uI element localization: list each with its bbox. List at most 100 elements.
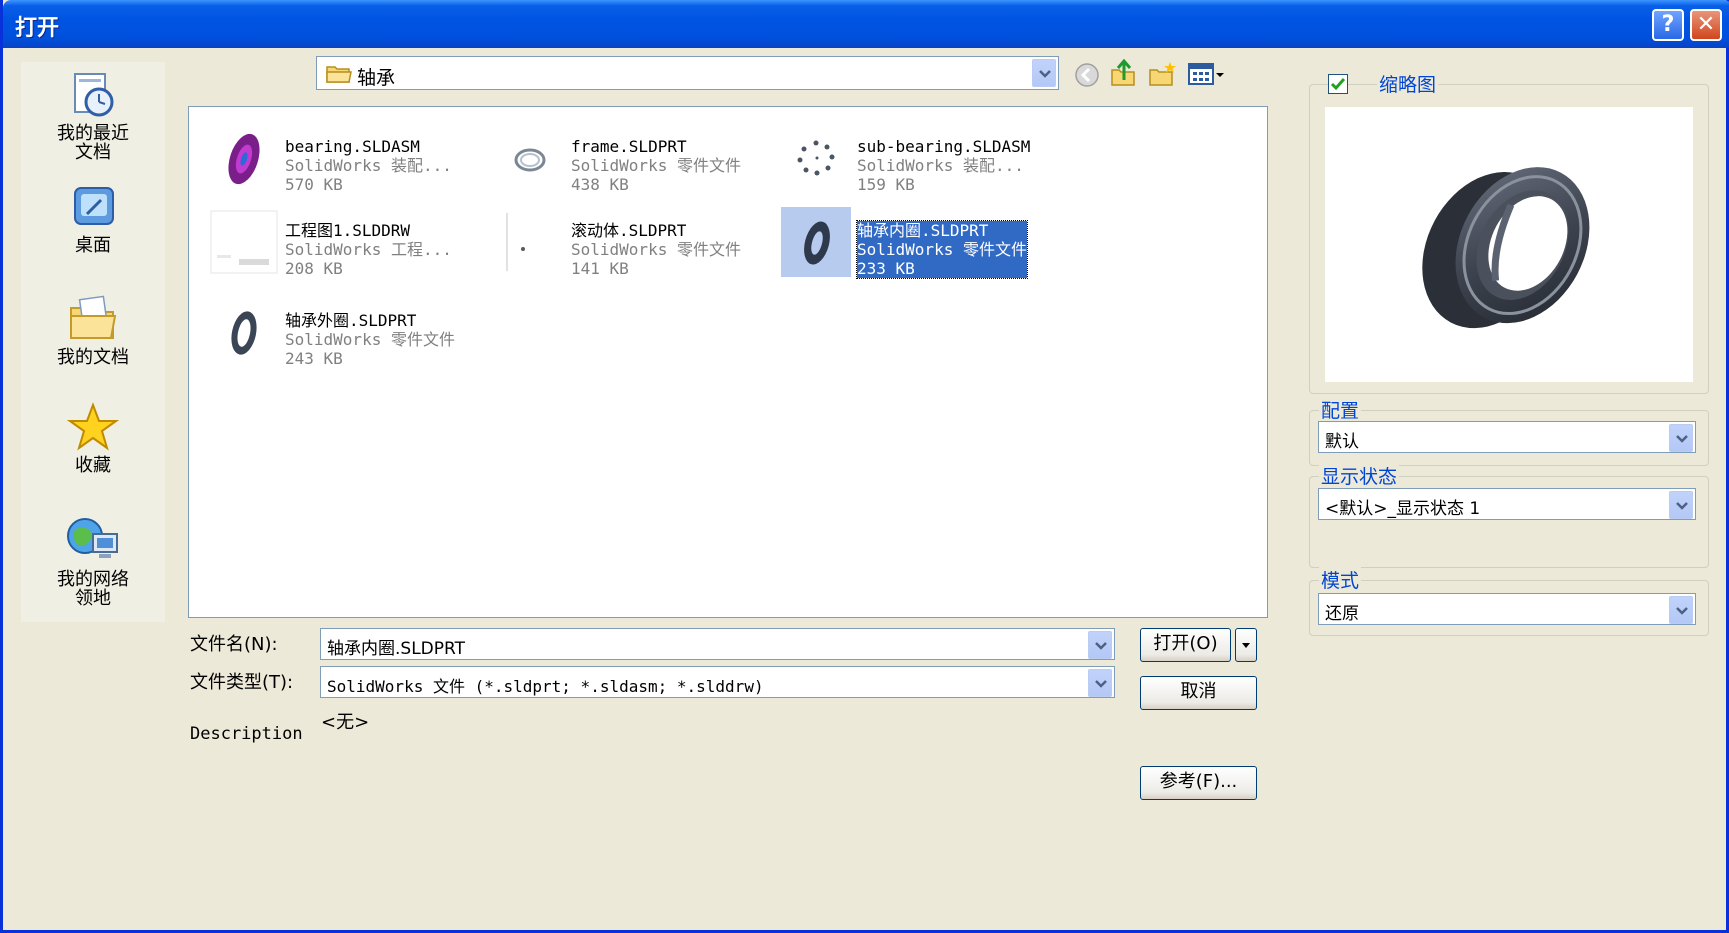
look-in-combo[interactable]: 轴承	[316, 56, 1059, 90]
file-type: SolidWorks 装配...	[857, 156, 1024, 175]
chevron-down-icon	[1039, 70, 1051, 78]
mode-combo[interactable]: 还原	[1318, 593, 1696, 625]
config-label: 配置	[1319, 396, 1362, 423]
file-size: 159 KB	[857, 175, 915, 194]
cancel-button-label: 取消	[1180, 681, 1217, 702]
references-button[interactable]: 参考(F)...	[1140, 766, 1257, 800]
filename-combo[interactable]: 轴承内圈.SLDPRT	[320, 628, 1115, 660]
part-thumbnail-icon	[781, 207, 851, 277]
file-name: 轴承内圈.SLDPRT	[857, 221, 989, 240]
filename-label: 文件名(N):	[190, 634, 278, 655]
file-item[interactable]: frame.SLDPRT SolidWorks 零件文件 438 KB	[485, 119, 770, 197]
file-type: SolidWorks 装配...	[285, 156, 452, 175]
filetype-dropdown-button[interactable]	[1088, 669, 1112, 697]
filetype-label: 文件类型(T):	[190, 672, 294, 693]
caret-down-icon	[1242, 643, 1250, 648]
chevron-down-icon	[1676, 435, 1688, 443]
description-label: Description	[190, 724, 303, 744]
open-dialog-window: 打开 ? ✕ 我的最近 文档 桌面 我的文档 收藏 我的网络 领地 轴承 bea…	[0, 0, 1729, 933]
thumbnail-label: 缩略图	[1377, 70, 1439, 97]
config-dropdown-button[interactable]	[1669, 424, 1693, 452]
place-desktop[interactable]: 桌面	[21, 184, 165, 255]
open-button[interactable]: 打开(O)	[1140, 628, 1231, 662]
config-value: 默认	[1325, 432, 1359, 452]
file-item[interactable]: sub-bearing.SLDASM SolidWorks 装配... 159 …	[771, 119, 1056, 197]
file-item[interactable]: bearing.SLDASM SolidWorks 装配... 570 KB	[199, 119, 484, 197]
checkmark-icon	[1330, 78, 1346, 91]
place-label: 文档	[75, 142, 111, 163]
help-button[interactable]: ?	[1652, 9, 1684, 41]
file-name: 滚动体.SLDPRT	[571, 221, 687, 240]
assembly-thumbnail-icon	[228, 133, 260, 185]
file-name: 轴承外圈.SLDPRT	[285, 311, 417, 330]
display-state-combo[interactable]: <默认>_显示状态 1	[1318, 488, 1696, 520]
file-size: 208 KB	[285, 259, 343, 278]
mode-value: 还原	[1325, 604, 1359, 624]
part-thumbnail-icon	[231, 311, 257, 355]
chevron-down-icon	[1095, 680, 1107, 688]
thumbnail-checkbox[interactable]	[1328, 74, 1348, 94]
references-button-label: 参考(F)...	[1159, 771, 1238, 792]
place-label: 收藏	[75, 455, 111, 476]
place-my-documents[interactable]: 我的文档	[21, 294, 165, 367]
file-size: 243 KB	[285, 349, 343, 368]
open-options-button[interactable]	[1235, 628, 1257, 662]
bearing-ring-preview-image	[1422, 167, 1590, 329]
display-state-label: 显示状态	[1319, 462, 1400, 489]
display-state-value: <默认>_显示状态 1	[1325, 499, 1481, 519]
file-item[interactable]: 工程图1.SLDDRW SolidWorks 工程... 208 KB	[199, 203, 484, 281]
file-item-selected[interactable]: 轴承内圈.SLDPRT SolidWorks 零件文件 233 KB	[771, 203, 1056, 281]
open-button-label: 打开(O)	[1153, 633, 1218, 654]
views-menu-icon[interactable]	[1187, 62, 1225, 88]
file-name: 工程图1.SLDDRW	[285, 221, 411, 240]
look-in-dropdown-button[interactable]	[1032, 59, 1056, 87]
close-icon: ✕	[1696, 12, 1716, 37]
file-size: 141 KB	[571, 259, 629, 278]
place-label: 我的最近	[57, 123, 129, 144]
filename-dropdown-button[interactable]	[1088, 631, 1112, 659]
file-item[interactable]: 滚动体.SLDPRT SolidWorks 零件文件 141 KB	[485, 203, 770, 281]
place-label: 我的网络	[57, 569, 129, 590]
desktop-icon	[74, 187, 114, 225]
file-type: SolidWorks 工程...	[285, 240, 452, 259]
assembly-thumbnail-icon	[797, 140, 835, 176]
file-type: SolidWorks 零件文件	[571, 156, 741, 175]
favorites-star-icon	[67, 402, 119, 451]
place-recent-documents[interactable]: 我的最近 文档	[21, 70, 165, 162]
drawing-thumbnail-icon	[210, 210, 278, 274]
file-type: SolidWorks 零件文件	[285, 330, 455, 349]
my-documents-icon	[70, 295, 117, 339]
help-icon: ?	[1661, 12, 1675, 37]
place-label: 桌面	[75, 235, 111, 256]
chevron-down-icon	[1676, 502, 1688, 510]
cancel-button[interactable]: 取消	[1140, 676, 1257, 710]
file-size: 233 KB	[857, 259, 915, 278]
close-button[interactable]: ✕	[1690, 9, 1722, 41]
file-name: sub-bearing.SLDASM	[857, 137, 1031, 156]
places-bar: 我的最近 文档 桌面 我的文档 收藏 我的网络 领地	[21, 62, 165, 622]
new-folder-icon[interactable]	[1148, 60, 1178, 88]
part-thumbnail-icon	[514, 148, 546, 172]
back-icon[interactable]	[1074, 62, 1100, 88]
chevron-down-icon	[1676, 607, 1688, 615]
up-folder-icon[interactable]	[1110, 58, 1138, 88]
window-title: 打开	[15, 16, 60, 41]
mode-dropdown-button[interactable]	[1669, 596, 1693, 624]
place-favorites[interactable]: 收藏	[21, 402, 165, 475]
title-bar[interactable]: 打开 ? ✕	[3, 0, 1729, 48]
place-label: 我的文档	[57, 347, 129, 368]
file-name: frame.SLDPRT	[571, 137, 687, 156]
look-in-value: 轴承	[357, 67, 396, 89]
file-list[interactable]: bearing.SLDASM SolidWorks 装配... 570 KB f…	[188, 106, 1268, 618]
display-state-dropdown-button[interactable]	[1669, 491, 1693, 519]
config-combo[interactable]: 默认	[1318, 421, 1696, 453]
file-size: 438 KB	[571, 175, 629, 194]
file-item[interactable]: 轴承外圈.SLDPRT SolidWorks 零件文件 243 KB	[199, 293, 484, 371]
filetype-combo[interactable]: SolidWorks 文件 (*.sldprt; *.sldasm; *.sld…	[320, 666, 1115, 698]
place-label: 领地	[75, 588, 111, 609]
folder-icon	[326, 66, 352, 83]
place-network[interactable]: 我的网络 领地	[21, 514, 165, 608]
file-name: bearing.SLDASM	[285, 137, 420, 156]
mode-label: 模式	[1319, 566, 1362, 593]
file-size: 570 KB	[285, 175, 343, 194]
